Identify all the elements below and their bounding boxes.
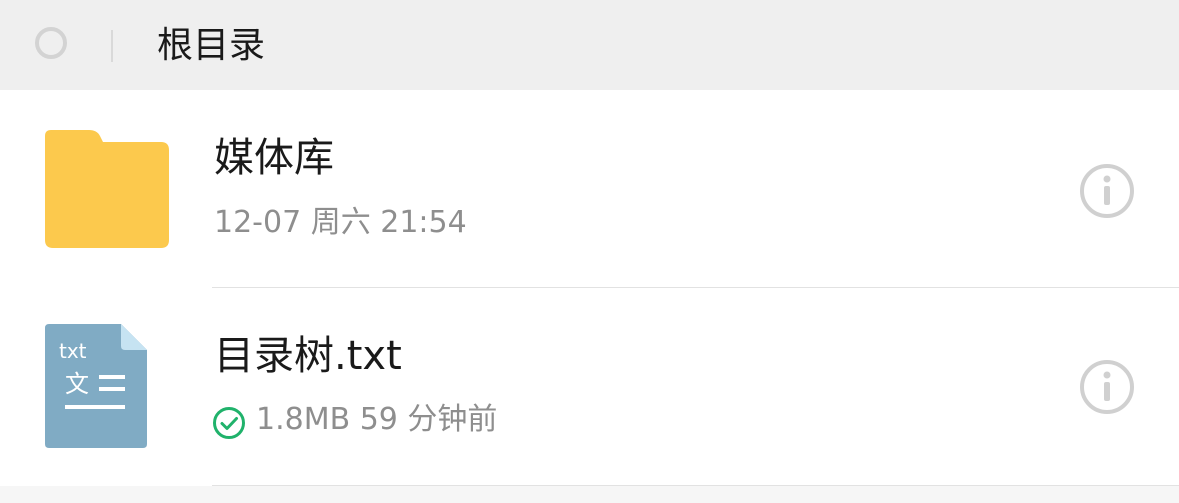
top-bar: 根目录 [0, 0, 1179, 90]
list-item-file[interactable]: txt 文 目录树.txt 1.8MB 59 分钟前 [0, 288, 1179, 486]
file-meta: 12-07 周六 21:54 [214, 205, 467, 240]
file-meta: 1.8MB 59 分钟前 [256, 402, 498, 437]
divider [111, 30, 113, 62]
list-item-folder[interactable]: 媒体库 12-07 周六 21:54 [0, 90, 1179, 288]
info-icon[interactable] [1079, 359, 1135, 415]
txt-icon-glyph: 文 [65, 370, 89, 398]
select-all-checkbox[interactable] [35, 27, 67, 59]
folder-icon [45, 130, 169, 248]
list-footer [0, 486, 1179, 503]
info-icon[interactable] [1079, 163, 1135, 219]
txt-file-icon: txt 文 [45, 324, 147, 448]
file-name: 目录树.txt [214, 333, 402, 379]
txt-icon-label: txt [59, 339, 87, 363]
synced-check-icon [213, 407, 245, 439]
page-title: 根目录 [157, 25, 266, 66]
file-name: 媒体库 [214, 135, 334, 181]
